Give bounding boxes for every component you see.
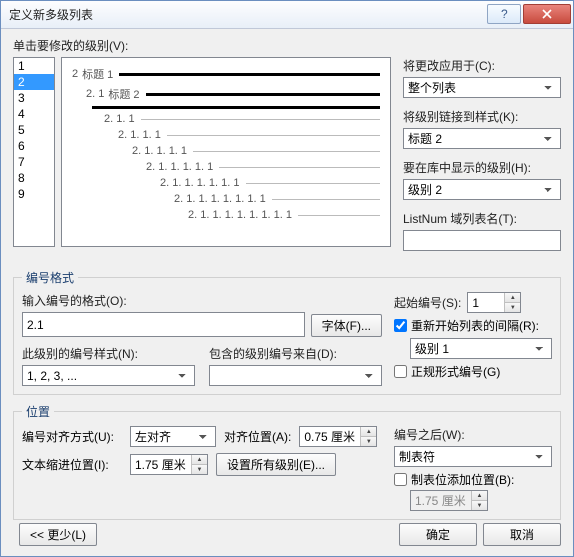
tab-stop-checkbox[interactable] (394, 473, 407, 486)
spin-up-icon[interactable]: ▲ (505, 293, 520, 303)
preview-row: 2. 1 标题 2 (72, 86, 380, 102)
align-select[interactable]: 左对齐 (130, 426, 216, 447)
number-format-legend: 编号格式 (22, 269, 78, 286)
include-from-select[interactable] (209, 365, 382, 386)
less-button[interactable]: << 更少(L) (19, 523, 97, 546)
preview-row: 2. 1. 1. 1. 1. 1. 1. 1 (72, 193, 380, 205)
window-title: 定义新多级列表 (9, 6, 93, 23)
spin-up-icon[interactable]: ▲ (192, 455, 207, 465)
preview-line (219, 167, 380, 168)
follow-label: 编号之后(W): (394, 426, 552, 443)
gallery-level-label: 要在库中显示的级别(H): (403, 159, 561, 176)
level-item[interactable]: 6 (14, 138, 54, 154)
enter-format-label: 输入编号的格式(O): (22, 292, 382, 309)
cancel-button[interactable]: 取消 (483, 523, 561, 546)
align-at-spinner[interactable]: ▲▼ (299, 426, 377, 447)
level-item[interactable]: 2 (14, 74, 54, 90)
preview-line (272, 199, 380, 200)
preview-label: 标题 1 (82, 66, 113, 82)
level-item[interactable]: 4 (14, 106, 54, 122)
preview-number: 2. 1. 1. 1. 1. 1. 1. 1 (174, 193, 266, 205)
listnum-label: ListNum 域列表名(T): (403, 210, 561, 227)
preview-number: 2. 1. 1. 1. 1. 1. 1. 1. 1 (188, 209, 292, 221)
gallery-level-select[interactable]: 级别 2 (403, 179, 561, 200)
titlebar: 定义新多级列表 ? (1, 1, 573, 29)
spin-down-icon[interactable]: ▼ (361, 437, 376, 446)
restart-checkbox[interactable] (394, 319, 407, 332)
align-label: 编号对齐方式(U): (22, 428, 122, 445)
level-item[interactable]: 1 (14, 58, 54, 74)
apply-to-select[interactable]: 整个列表 (403, 77, 561, 98)
preview-number: 2 (72, 68, 78, 80)
preview-line (167, 135, 380, 136)
preview-line (141, 119, 380, 120)
restart-select[interactable]: 级别 1 (410, 338, 552, 359)
preview-number: 2. 1. 1 (104, 113, 135, 125)
spin-up-icon[interactable]: ▲ (361, 427, 376, 437)
start-at-spinner[interactable]: ▲▼ (467, 292, 521, 313)
spin-down-icon: ▼ (472, 501, 487, 510)
number-style-select[interactable]: 1, 2, 3, ... (22, 365, 195, 386)
number-format-group: 编号格式 输入编号的格式(O): 字体(F)... 此级别的编号样式(N): 1… (13, 269, 561, 395)
number-format-input[interactable] (22, 312, 305, 337)
preview-number: 2. 1. 1. 1. 1. 1. 1 (160, 177, 240, 189)
preview-row: 2. 1. 1. 1. 1. 1 (72, 161, 380, 173)
include-from-label: 包含的级别编号来自(D): (209, 345, 382, 362)
level-listbox[interactable]: 123456789 (13, 57, 55, 247)
preview-row: 2 标题 1 (72, 66, 380, 82)
preview-line (193, 151, 380, 152)
restart-label: 重新开始列表的间隔(R): (411, 317, 539, 334)
spin-down-icon[interactable]: ▼ (505, 303, 520, 312)
preview-row: 2. 1. 1. 1 (72, 129, 380, 141)
legal-checkbox[interactable] (394, 365, 407, 378)
set-all-levels-button[interactable]: 设置所有级别(E)... (216, 453, 336, 476)
preview-label: 标题 2 (108, 86, 139, 102)
preview-number: 2. 1. 1. 1. 1 (132, 145, 187, 157)
close-button[interactable] (523, 4, 571, 24)
font-button[interactable]: 字体(F)... (311, 314, 382, 337)
preview-number: 2. 1 (86, 88, 104, 100)
position-group: 位置 编号对齐方式(U): 左对齐 对齐位置(A): ▲▼ 文本缩进位置(I):… (13, 403, 561, 520)
help-button[interactable]: ? (487, 4, 521, 24)
preview-row: 2. 1. 1. 1. 1 (72, 145, 380, 157)
preview-line (246, 183, 381, 184)
level-item[interactable]: 8 (14, 170, 54, 186)
preview-number: 2. 1. 1. 1 (118, 129, 161, 141)
preview-pane: 2 标题 1 2. 1 标题 2 2. 1. 1 2. 1. 1. 1 2. 1. 1. 1… (61, 57, 391, 247)
ok-button[interactable]: 确定 (399, 523, 477, 546)
indent-spinner[interactable]: ▲▼ (130, 454, 208, 475)
apply-to-label: 将更改应用于(C): (403, 57, 561, 74)
number-style-label: 此级别的编号样式(N): (22, 345, 195, 362)
click-level-label: 单击要修改的级别(V): (13, 37, 561, 54)
level-item[interactable]: 5 (14, 122, 54, 138)
spin-down-icon[interactable]: ▼ (192, 465, 207, 474)
preview-line (92, 106, 380, 109)
preview-line (298, 215, 380, 216)
link-style-select[interactable]: 标题 2 (403, 128, 561, 149)
preview-line (119, 73, 380, 76)
level-item[interactable]: 9 (14, 186, 54, 202)
preview-row: 2. 1. 1 (72, 113, 380, 125)
svg-text:?: ? (501, 9, 508, 19)
legal-label: 正规形式编号(G) (411, 363, 500, 380)
preview-line (146, 93, 380, 96)
level-item[interactable]: 7 (14, 154, 54, 170)
align-at-label: 对齐位置(A): (224, 428, 291, 445)
tab-stop-label: 制表位添加位置(B): (411, 471, 514, 488)
preview-row: 2. 1. 1. 1. 1. 1. 1. 1. 1 (72, 209, 380, 221)
preview-number: 2. 1. 1. 1. 1. 1 (146, 161, 213, 173)
start-at-label: 起始编号(S): (394, 294, 461, 311)
level-item[interactable]: 3 (14, 90, 54, 106)
indent-label: 文本缩进位置(I): (22, 456, 122, 473)
spin-up-icon: ▲ (472, 491, 487, 501)
link-style-label: 将级别链接到样式(K): (403, 108, 561, 125)
follow-select[interactable]: 制表符 (394, 446, 552, 467)
preview-row: 2. 1. 1. 1. 1. 1. 1 (72, 177, 380, 189)
position-legend: 位置 (22, 403, 54, 420)
tab-stop-spinner: ▲▼ (410, 490, 488, 511)
listnum-input[interactable] (403, 230, 561, 251)
preview-row (72, 106, 380, 109)
